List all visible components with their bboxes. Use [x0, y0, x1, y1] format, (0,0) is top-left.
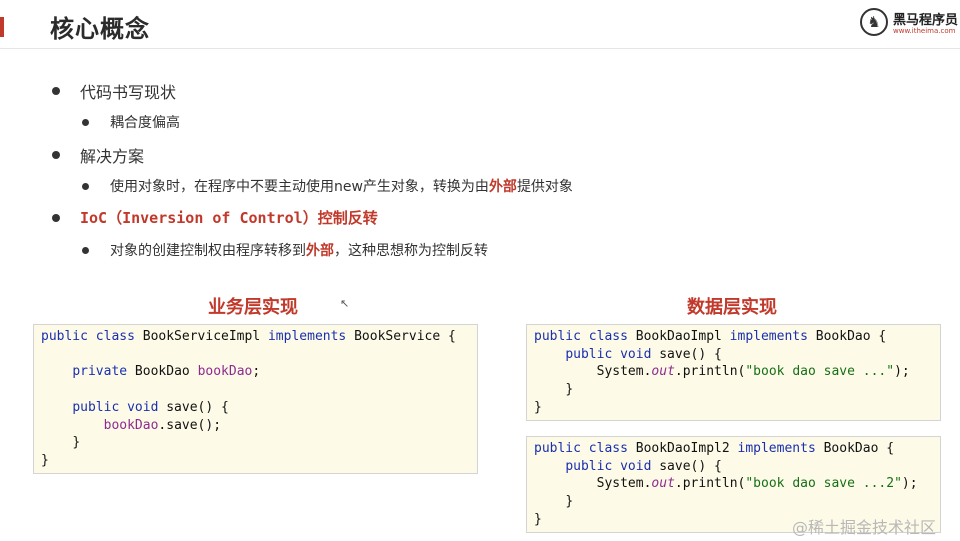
code-text: .println( — [674, 476, 746, 492]
code-keyword: public class — [534, 329, 628, 344]
bullet-dot-icon — [52, 151, 60, 159]
code-text: save() { — [158, 399, 229, 415]
code-keyword: private — [72, 364, 128, 380]
highlight-external: 外部 — [488, 179, 517, 195]
logo-name: 黑马程序员 — [893, 13, 959, 28]
sub-bullet-coupling: 耦合度偏高 — [82, 112, 180, 132]
sub-bullet-ioc-detail: 对象的创建控制权由程序转移到 外部 ，这种思想称为控制反转 — [82, 240, 488, 260]
code-field: out — [651, 476, 675, 492]
bullet-dot-icon — [82, 182, 89, 190]
code-keyword: public void — [565, 458, 652, 474]
code-text: } — [565, 494, 574, 510]
bullet-dot-icon — [52, 87, 60, 95]
code-text: System. — [596, 476, 652, 492]
code-keyword: implements — [737, 441, 816, 456]
dao-impl-code-block: public class BookDaoImpl implements Book… — [526, 324, 941, 421]
code-text: .println( — [674, 364, 746, 380]
code-text: BookDao — [127, 364, 198, 380]
code-text: ); — [901, 476, 918, 492]
code-text: } — [534, 511, 542, 527]
code-string: "book dao save ...2" — [745, 476, 902, 492]
mouse-pointer-icon: ↖ — [340, 297, 350, 310]
logo-url: www.itheima.com — [893, 27, 956, 35]
bullet-text: 代码书写现状 — [80, 83, 177, 102]
code-keyword: public class — [534, 441, 628, 456]
code-keyword: implements — [267, 329, 347, 344]
bullet-text: 耦合度偏高 — [110, 115, 180, 131]
bullet-dot-icon — [82, 118, 89, 126]
code-text: System. — [596, 364, 652, 380]
title-accent-bar — [0, 17, 4, 37]
bullet-current-status: 代码书写现状 — [52, 79, 176, 103]
watermark: @稀土掘金技术社区 — [792, 518, 937, 537]
code-text: BookDaoImpl2 — [627, 441, 738, 456]
service-code-block: public class BookServiceImpl implements … — [33, 324, 478, 474]
bullet-text: 使用对象时，在程序中不要主动使用new产生对象，转换为由 — [110, 179, 489, 195]
code-text: ; — [252, 364, 261, 380]
brand-logo: ♞ 黑马程序员 www.itheima.com — [860, 6, 960, 40]
code-keyword: public void — [565, 346, 652, 362]
code-field: bookDao — [197, 364, 253, 380]
code-text: BookDaoImpl — [627, 329, 730, 344]
code-text: BookService { — [346, 329, 456, 344]
bullet-ioc: IoC（Inversion of Control）控制反转 — [52, 207, 378, 228]
data-layer-title: 数据层实现 — [687, 297, 777, 318]
code-text: save() { — [651, 458, 722, 474]
code-field: bookDao — [103, 417, 159, 433]
code-field: out — [651, 364, 675, 380]
code-text: } — [534, 399, 542, 415]
code-text: ); — [894, 364, 910, 380]
code-text: } — [41, 452, 49, 468]
code-text: BookDao { — [815, 441, 895, 456]
business-layer-title: 业务层实现 — [208, 297, 298, 318]
code-text: } — [565, 382, 574, 398]
code-text: .save(); — [158, 417, 222, 433]
bullet-solution: 解决方案 — [52, 143, 144, 167]
bullet-text: 对象的创建控制权由程序转移到 — [110, 243, 306, 259]
code-keyword: implements — [729, 329, 808, 344]
horse-logo-icon: ♞ — [860, 8, 888, 36]
sub-bullet-solution-detail: 使用对象时，在程序中不要主动使用new产生对象，转换为由 外部 提供对象 — [82, 176, 573, 196]
code-text: save() { — [651, 346, 722, 362]
bullet-dot-icon — [82, 246, 89, 254]
highlight-external: 外部 — [306, 243, 334, 259]
code-text: } — [72, 435, 81, 451]
code-text: BookDao { — [807, 329, 887, 344]
header-divider — [0, 48, 960, 49]
bullet-text: 提供对象 — [516, 179, 573, 195]
code-keyword: public class — [41, 329, 135, 344]
bullet-text: 解决方案 — [80, 147, 145, 166]
code-string: "book dao save ..." — [745, 364, 895, 380]
ioc-heading: IoC（Inversion of Control）控制反转 — [80, 209, 378, 227]
bullet-dot-icon — [52, 213, 60, 222]
code-text: BookServiceImpl — [134, 329, 268, 344]
page-title: 核心概念 — [50, 15, 150, 43]
bullet-text: ，这种思想称为控制反转 — [334, 243, 488, 259]
code-keyword: public void — [72, 399, 159, 415]
